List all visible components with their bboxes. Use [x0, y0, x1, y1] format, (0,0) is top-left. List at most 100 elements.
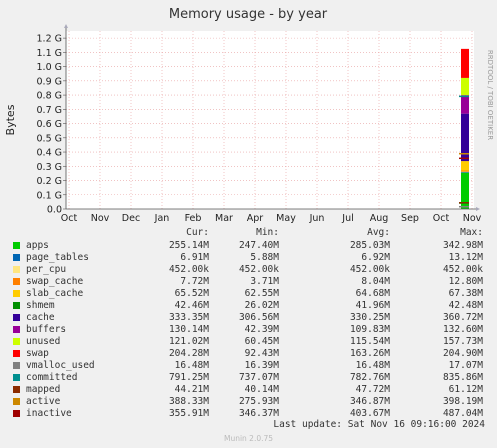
max-value: 61.12M: [448, 384, 483, 395]
avg-value: 47.72M: [355, 384, 390, 395]
x-tick-label: Mar: [215, 213, 233, 224]
legend-row-active: active 388.33M 275.93M 346.87M 398.19M: [11, 396, 491, 408]
legend-row-committed: committed 791.25M 737.07M 782.76M 835.86M: [11, 372, 491, 384]
min-value: 26.02M: [244, 300, 279, 311]
min-value: 452.00k: [238, 264, 279, 275]
avg-value: 330.25M: [349, 312, 390, 323]
plot-area: [66, 31, 474, 209]
area-swap-cache: [461, 170, 469, 172]
avg-value: 16.48M: [355, 360, 390, 371]
y-tick-label: 0.1 G: [37, 190, 63, 201]
avg-value: 115.54M: [349, 336, 390, 347]
max-value: 12.80M: [448, 276, 483, 287]
x-tick-label: Nov: [463, 213, 482, 224]
cur-value: 333.35M: [168, 312, 209, 323]
legend-name: shmem: [26, 300, 55, 311]
avg-value: 452.00k: [349, 264, 390, 275]
cur-value: 388.33M: [168, 396, 209, 407]
cur-value: 355.91M: [168, 408, 209, 419]
x-tick-label: Feb: [185, 213, 202, 224]
y-tick-label: 0.0: [47, 205, 62, 216]
x-ticks: Oct Nov Dec Jan Feb Mar Apr May Jun Jul Aug Sep Oct N…: [61, 213, 482, 224]
y-ticks: 0.0 0.1 G 0.2 G 0.3 G 0.4 G 0.5 G 0.6 G 0.7 G 0.…: [37, 34, 63, 216]
swatch: [13, 242, 20, 249]
legend-row-swap: swap 204.28M 92.43M 163.26M 204.90M: [11, 348, 491, 360]
legend-header: Cur: Min: Avg: Max:: [11, 227, 491, 240]
legend-name: per_cpu: [26, 264, 67, 275]
max-value: 398.19M: [442, 396, 483, 407]
swatch: [13, 350, 20, 357]
y-tick-label: 1.2 G: [37, 34, 63, 45]
max-value: 452.00k: [442, 264, 483, 275]
min-value: 60.45M: [244, 336, 279, 347]
legend-name: committed: [26, 372, 78, 383]
swatch: [13, 302, 20, 309]
y-tick-label: 0.7 G: [37, 105, 63, 116]
swatch: [13, 314, 20, 321]
min-value: 3.71M: [250, 276, 279, 287]
legend-row-per-cpu: per_cpu 452.00k 452.00k 452.00k 452.00k: [11, 264, 491, 276]
header-max: Max:: [460, 227, 483, 238]
legend-name: active: [26, 396, 61, 407]
cur-value: 42.46M: [174, 300, 209, 311]
legend-row-page-tables: page_tables 6.91M 5.88M 6.92M 13.12M: [11, 252, 491, 264]
max-value: 157.73M: [442, 336, 483, 347]
min-value: 5.88M: [250, 252, 279, 263]
cur-value: 44.21M: [174, 384, 209, 395]
legend-row-shmem: shmem 42.46M 26.02M 41.96M 42.48M: [11, 300, 491, 312]
x-axis-arrow: [476, 207, 480, 211]
y-tick-label: 1.0 G: [37, 62, 63, 73]
legend-name: swap_cache: [26, 276, 84, 287]
y-tick-label: 0.5 G: [37, 133, 63, 144]
swatch: [13, 398, 20, 405]
min-value: 62.55M: [244, 288, 279, 299]
area-buffers: [461, 95, 469, 114]
chart-title: Memory usage - by year: [169, 7, 328, 22]
x-tick-label: Nov: [91, 213, 110, 224]
x-tick-label: Oct: [433, 213, 450, 224]
max-value: 342.98M: [442, 240, 483, 251]
x-tick-label: Jul: [341, 213, 353, 224]
cur-value: 130.14M: [168, 324, 209, 335]
y-tick-label: 0.8 G: [37, 91, 63, 102]
avg-value: 109.83M: [349, 324, 390, 335]
legend-row-buffers: buffers 130.14M 42.39M 109.83M 132.60M: [11, 324, 491, 336]
cur-value: 7.72M: [180, 276, 209, 287]
swatch: [13, 254, 20, 261]
avg-value: 163.26M: [349, 348, 390, 359]
last-update: Last update: Sat Nov 16 09:16:00 2024: [273, 419, 485, 430]
max-value: 67.38M: [448, 288, 483, 299]
swatch: [13, 362, 20, 369]
max-value: 13.12M: [448, 252, 483, 263]
cur-value: 65.52M: [174, 288, 209, 299]
x-tick-label: Sep: [401, 213, 419, 224]
avg-value: 782.76M: [349, 372, 390, 383]
swatch: [13, 338, 20, 345]
legend-row-cache: cache 333.35M 306.56M 330.25M 360.72M: [11, 312, 491, 324]
x-tick-label: Oct: [61, 213, 78, 224]
legend-name: buffers: [26, 324, 67, 335]
y-tick-label: 0.3 G: [37, 162, 63, 173]
min-value: 16.39M: [244, 360, 279, 371]
max-value: 132.60M: [442, 324, 483, 335]
legend-row-unused: unused 121.02M 60.45M 115.54M 157.73M: [11, 336, 491, 348]
swatch: [13, 386, 20, 393]
header-cur: Cur:: [186, 227, 209, 238]
rrdtool-credit: RRDTOOL / TOBI OETIKER: [486, 50, 494, 140]
swatch: [13, 374, 20, 381]
min-value: 247.40M: [238, 240, 279, 251]
avg-value: 346.87M: [349, 396, 390, 407]
cur-value: 6.91M: [180, 252, 209, 263]
avg-value: 6.92M: [361, 252, 390, 263]
cur-value: 204.28M: [168, 348, 209, 359]
min-value: 275.93M: [238, 396, 279, 407]
max-value: 204.90M: [442, 348, 483, 359]
y-tick-label: 0.6 G: [37, 119, 63, 130]
legend-name: page_tables: [26, 252, 89, 263]
max-value: 360.72M: [442, 312, 483, 323]
swatch: [13, 278, 20, 285]
max-value: 42.48M: [448, 300, 483, 311]
legend-name: vmalloc_used: [26, 360, 95, 371]
legend-row-mapped: mapped 44.21M 40.14M 47.72M 61.12M: [11, 384, 491, 396]
header-min: Min:: [256, 227, 279, 238]
